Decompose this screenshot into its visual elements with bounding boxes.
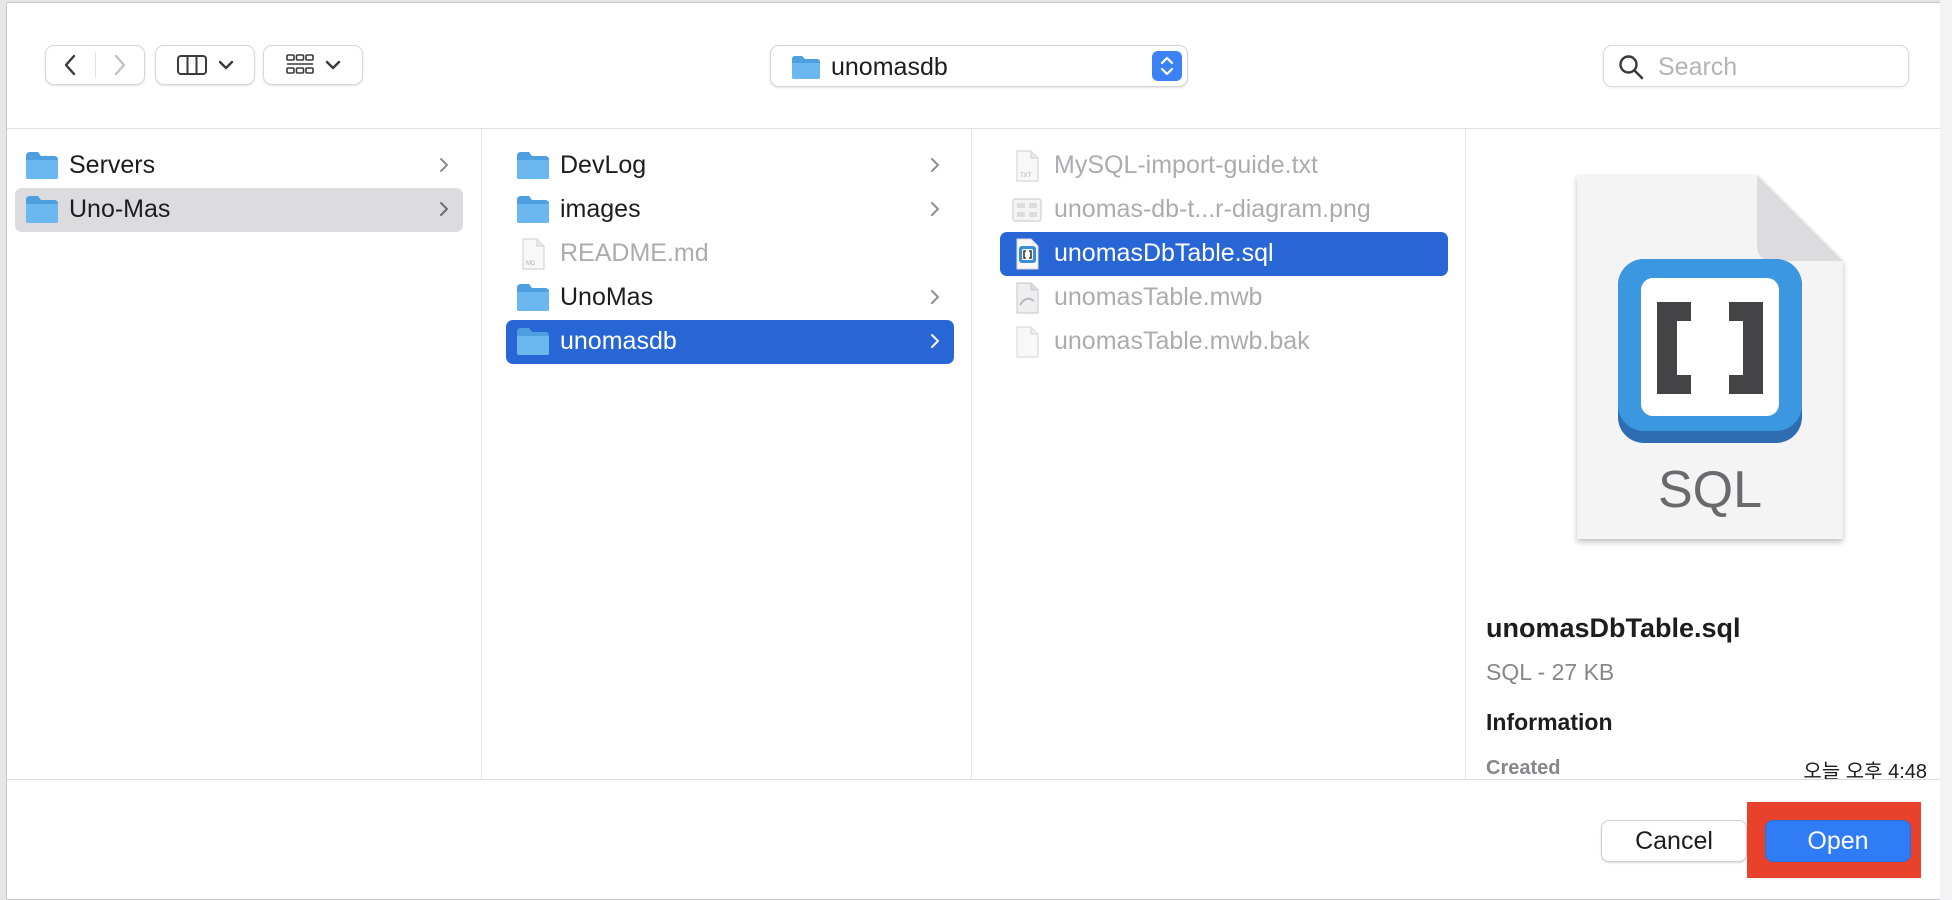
list-item-uno-mas[interactable]: Uno-Mas: [15, 188, 463, 232]
chevron-right-icon: [931, 290, 939, 304]
svg-text:TXT: TXT: [1020, 173, 1032, 179]
folder-icon: [517, 284, 549, 311]
preview-file-name: unomasDbTable.sql: [1486, 613, 1741, 643]
chevron-right-icon: [931, 202, 939, 216]
chevron-right-icon: [931, 158, 939, 172]
list-item-label: unomasdb: [560, 327, 677, 355]
folder-icon: [26, 152, 58, 179]
list-item-images[interactable]: images: [506, 188, 954, 232]
browser-column-3: TXT MySQL-import-guide.txt unomas-db-t..…: [972, 129, 1466, 779]
folder-icon: [517, 152, 549, 179]
location-popup[interactable]: unomasdb: [770, 45, 1188, 87]
chevron-right-icon: [931, 334, 939, 348]
chevron-right-icon: [440, 202, 448, 216]
browser-column-1: Servers Uno-Mas: [7, 129, 482, 779]
preview-pane: SQL unomasDbTable.sql SQL - 27 KB Inform…: [1466, 129, 1941, 779]
list-item-label: unomasTable.mwb: [1054, 283, 1263, 311]
list-item-label: unomasTable.mwb.bak: [1054, 327, 1310, 355]
preview-kind-size: SQL - 27 KB: [1486, 659, 1615, 685]
search-input[interactable]: [1656, 50, 1900, 84]
grid-group-icon: [286, 54, 314, 74]
list-item-label: unomasDbTable.sql: [1054, 239, 1274, 267]
mwb-file-icon: [1016, 282, 1039, 314]
folder-icon: [792, 56, 820, 79]
view-mode-button[interactable]: [155, 45, 255, 85]
search-field[interactable]: [1603, 45, 1909, 87]
list-item-label: MySQL-import-guide.txt: [1054, 151, 1318, 179]
list-item-label: Servers: [69, 151, 156, 179]
chevron-right-icon: [440, 158, 448, 172]
folder-icon: [517, 196, 549, 223]
navigation-buttons: [45, 45, 145, 85]
folder-icon: [26, 196, 58, 223]
list-item-label: UnoMas: [560, 283, 654, 311]
list-item-label: README.md: [560, 239, 709, 267]
icon-sql-label: SQL: [1658, 461, 1762, 519]
list-item-servers[interactable]: Servers: [15, 144, 463, 188]
column-view-icon: [177, 55, 207, 75]
list-item-devlog[interactable]: DevLog: [506, 144, 954, 188]
location-label: unomasdb: [831, 53, 948, 81]
forward-button[interactable]: [95, 46, 144, 84]
list-item-diagram-png: unomas-db-t...r-diagram.png: [1000, 188, 1448, 232]
column-browser: Servers Uno-Mas DevLog images MD README.…: [7, 129, 1941, 779]
list-item-label: DevLog: [560, 151, 647, 179]
chevron-left-icon: [65, 54, 76, 76]
preview-info-heading: Information: [1486, 709, 1613, 735]
folder-icon: [517, 328, 549, 355]
window-edge: [1940, 0, 1952, 900]
text-document-icon: TXT: [1016, 150, 1039, 182]
sql-document-icon: SQL: [1577, 175, 1843, 539]
list-item-label: unomas-db-t...r-diagram.png: [1054, 195, 1371, 223]
preview-created-value: 오늘 오후 4:48: [1803, 761, 1927, 779]
text-document-icon: MD: [522, 238, 545, 270]
preview-created-label: Created: [1486, 757, 1561, 779]
open-file-dialog: unomasdb Servers Uno-Mas: [6, 2, 1942, 900]
search-icon: [1619, 55, 1644, 80]
list-item-mysql-guide: TXT MySQL-import-guide.txt: [1000, 144, 1448, 188]
back-button[interactable]: [46, 46, 95, 84]
popup-stepper-icon: [1152, 51, 1182, 81]
group-by-button[interactable]: [263, 45, 363, 85]
sql-file-icon: [1016, 238, 1039, 270]
browser-column-2: DevLog images MD README.md UnoMas unomas…: [482, 129, 972, 779]
image-file-icon: [1012, 198, 1042, 222]
toolbar: unomasdb: [7, 3, 1941, 129]
list-item-label: Uno-Mas: [69, 195, 171, 223]
list-item-unomasdb[interactable]: unomasdb: [506, 320, 954, 364]
dialog-footer: Cancel Open: [7, 779, 1941, 899]
list-item-unomasdbtable-sql[interactable]: unomasDbTable.sql: [1000, 232, 1448, 276]
chevron-down-icon: [218, 60, 234, 70]
list-item-unomastable-mwb: unomasTable.mwb: [1000, 276, 1448, 320]
list-item-label: images: [560, 195, 641, 223]
list-item-unomas[interactable]: UnoMas: [506, 276, 954, 320]
open-button[interactable]: Open: [1765, 820, 1911, 862]
chevron-right-icon: [114, 54, 125, 76]
list-item-readme: MD README.md: [506, 232, 954, 276]
blank-document-icon: [1016, 326, 1039, 358]
cancel-button[interactable]: Cancel: [1601, 820, 1747, 862]
chevron-down-icon: [325, 60, 341, 70]
svg-text:MD: MD: [526, 261, 536, 267]
list-item-unomastable-mwb-bak: unomasTable.mwb.bak: [1000, 320, 1448, 364]
